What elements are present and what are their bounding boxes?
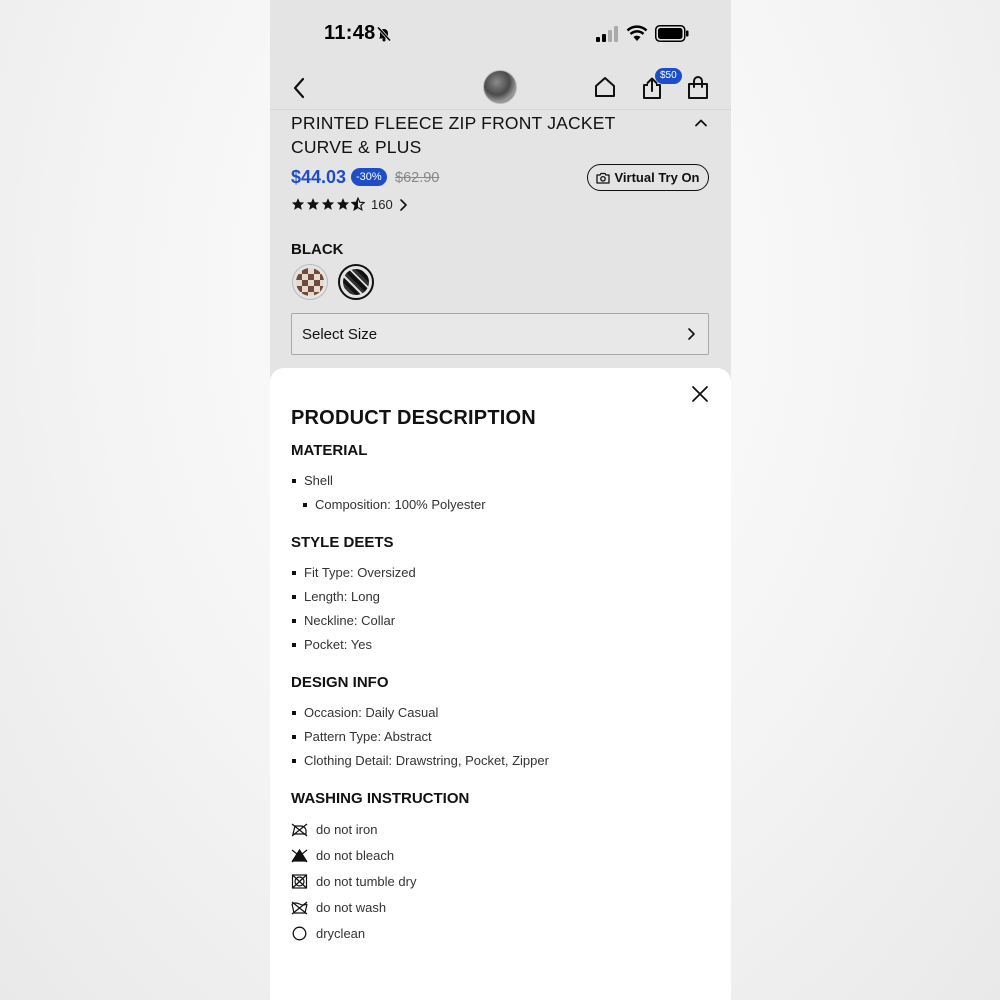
- washing-item-label: do not bleach: [316, 848, 395, 863]
- list-item: Fit Type: Oversized: [292, 565, 416, 580]
- washing-item-label: do not iron: [316, 822, 378, 837]
- half-star-icon: [351, 197, 365, 211]
- selected-color-label: BLACK: [291, 241, 344, 258]
- washing-item: do not wash: [291, 900, 386, 915]
- chevron-right-icon: [688, 328, 695, 340]
- signal-icon: [596, 26, 618, 42]
- back-arrow-icon[interactable]: [292, 77, 306, 99]
- no-tumble-dry-icon: [291, 874, 308, 889]
- battery-icon: [655, 25, 689, 42]
- washing-item: do not iron: [291, 822, 377, 837]
- bell-muted-icon: [376, 26, 392, 42]
- rating-stars[interactable]: [291, 197, 365, 211]
- product-description-sheet: PRODUCT DESCRIPTION MATERIAL Shell Compo…: [270, 368, 731, 1000]
- washing-item-label: dryclean: [316, 926, 366, 941]
- list-item: Pocket: Yes: [292, 637, 372, 652]
- original-price: $62.90: [395, 170, 440, 186]
- no-bleach-icon: [291, 848, 308, 863]
- star-icon: [336, 198, 350, 210]
- list-item: Neckline: Collar: [291, 613, 396, 628]
- chevron-up-icon[interactable]: [694, 116, 708, 130]
- no-iron-icon: [291, 823, 308, 837]
- sheet-title: PRODUCT DESCRIPTION: [291, 407, 536, 429]
- washing-item: dryclean: [291, 926, 365, 941]
- color-swatch-brown[interactable]: [292, 264, 328, 300]
- dryclean-icon: [292, 926, 307, 941]
- status-bar: 11:48: [270, 0, 731, 68]
- virtual-try-on-button[interactable]: Virtual Try On: [587, 164, 709, 191]
- wifi-icon: [626, 25, 648, 41]
- washing-item: do not tumble dry: [291, 874, 416, 889]
- washing-item-label: do not wash: [316, 900, 387, 915]
- section-heading-material: MATERIAL: [291, 442, 368, 459]
- list-item: Composition: 100% Polyester: [303, 497, 486, 512]
- section-heading-washing: WASHING INSTRUCTION: [291, 790, 470, 807]
- close-icon[interactable]: [690, 384, 710, 404]
- section-heading-style: STYLE DEETS: [291, 534, 394, 551]
- home-icon[interactable]: [594, 76, 616, 98]
- star-icon: [321, 198, 335, 210]
- virtual-try-on-label: Virtual Try On: [614, 170, 700, 185]
- list-item: Pattern Type: Abstract: [292, 729, 432, 744]
- top-nav: $50: [270, 68, 731, 110]
- color-swatch-black[interactable]: [338, 264, 374, 300]
- star-icon: [291, 198, 305, 210]
- no-wash-icon: [291, 901, 308, 915]
- phone-screen: 11:48 $50 PRINTED FLEECE ZIP FRONT JACKE…: [270, 0, 731, 1000]
- washing-item-label: do not tumble dry: [316, 874, 417, 889]
- size-selector-label: Select Size: [302, 326, 378, 343]
- list-item: Length: Long: [292, 589, 380, 604]
- size-selector[interactable]: Select Size: [291, 313, 709, 355]
- product-title: PRINTED FLEECE ZIP FRONT JACKET CURVE & …: [291, 113, 616, 157]
- chevron-right-icon[interactable]: [398, 198, 408, 212]
- list-item: Shell: [292, 473, 333, 488]
- review-count[interactable]: 160: [371, 197, 393, 212]
- share-reward-badge: $50: [655, 68, 682, 84]
- list-item: Clothing Detail: Drawstring, Pocket, Zip…: [292, 753, 549, 768]
- star-icon: [306, 198, 320, 210]
- shopping-bag-icon[interactable]: [687, 76, 709, 100]
- discount-badge: -30%: [351, 168, 387, 186]
- sale-price: $44.03: [291, 167, 347, 187]
- washing-item: do not bleach: [291, 848, 394, 863]
- camera-icon: [596, 172, 611, 184]
- list-item: Occasion: Daily Casual: [291, 705, 439, 720]
- product-thumbnail[interactable]: [483, 70, 517, 104]
- section-heading-design: DESIGN INFO: [291, 674, 389, 691]
- status-time: 11:48: [324, 22, 376, 44]
